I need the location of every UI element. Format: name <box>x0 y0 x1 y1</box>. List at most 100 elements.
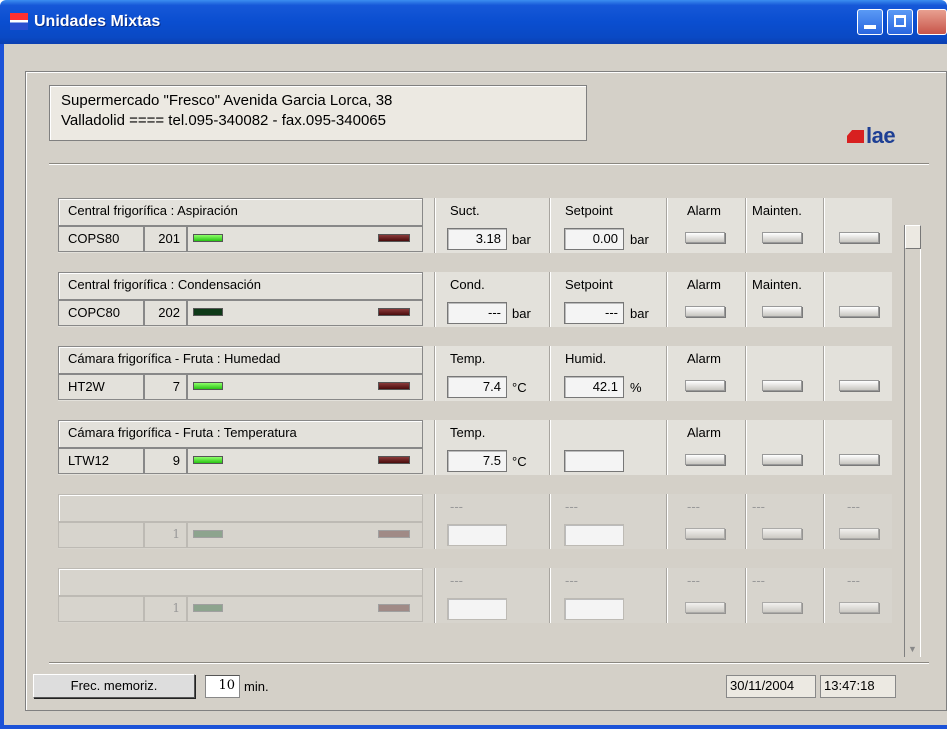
extra-column <box>824 198 892 253</box>
alarm-indicator[interactable] <box>685 306 725 317</box>
maintenance-indicator[interactable] <box>762 232 802 243</box>
unit-name[interactable] <box>58 568 423 596</box>
maintenance-indicator[interactable] <box>762 602 802 613</box>
param-column-2: Setpoint --- bar <box>550 272 667 327</box>
alarm-led-icon <box>378 456 410 464</box>
unit-name[interactable]: Cámara frigorífica - Fruta : Temperatura <box>58 420 423 448</box>
maintenance-column: Mainten. <box>746 272 824 327</box>
extra-indicator[interactable] <box>839 380 879 391</box>
param-column-1: Temp. 7.4 °C <box>435 346 550 401</box>
extra-indicator[interactable] <box>839 528 879 539</box>
title-bar[interactable]: Unidades Mixtas <box>0 0 947 44</box>
param2-value: 0.00 <box>564 228 624 250</box>
alarm-header: Alarm <box>687 425 721 440</box>
param2-header: Setpoint <box>565 277 613 292</box>
param1-value: 7.5 <box>447 450 507 472</box>
param2-header: Humid. <box>565 351 607 366</box>
led-strip <box>187 374 423 400</box>
alarm-led-icon <box>378 308 410 316</box>
maintenance-column: Mainten. <box>746 198 824 253</box>
param-column-2: Setpoint 0.00 bar <box>550 198 667 253</box>
close-button[interactable] <box>917 9 947 35</box>
alarm-indicator[interactable] <box>685 380 725 391</box>
alarm-led-icon <box>378 234 410 242</box>
unit-name[interactable]: Central frigorífica : Aspiración <box>58 198 423 226</box>
frec-memoriz-button[interactable]: Frec. memoriz. <box>33 674 195 698</box>
client-area: Supermercado "Fresco" Avenida Garcia Lor… <box>4 44 947 725</box>
unit-row[interactable]: 1 --- --- --- --- --- <box>58 568 892 623</box>
alarm-column: Alarm <box>667 420 746 475</box>
param-column-2: Humid. 42.1% <box>550 346 667 401</box>
extra-indicator[interactable] <box>839 602 879 613</box>
param2-value <box>564 598 624 620</box>
alarm-indicator[interactable] <box>685 232 725 243</box>
param1-value <box>447 524 507 546</box>
param2-header: --- <box>565 573 578 588</box>
param-column-1: --- <box>435 568 550 623</box>
alarm-indicator[interactable] <box>685 602 725 613</box>
unit-name[interactable]: Central frigorífica : Condensación <box>58 272 423 300</box>
maintenance-indicator[interactable] <box>762 306 802 317</box>
app-icon <box>10 13 28 30</box>
main-panel: Supermercado "Fresco" Avenida Garcia Lor… <box>25 71 947 711</box>
maintenance-column: --- <box>746 494 824 549</box>
unit-row[interactable]: Cámara frigorífica - Fruta : Humedad HT2W… <box>58 346 892 401</box>
alarm-column: Alarm <box>667 346 746 401</box>
scrollbar-thumb[interactable] <box>905 225 921 249</box>
extra-indicator[interactable] <box>839 454 879 465</box>
maintenance-indicator[interactable] <box>762 528 802 539</box>
led-strip <box>187 300 423 326</box>
unit-row[interactable]: Cámara frigorífica - Fruta : Temperatura… <box>58 420 892 475</box>
alarm-header: Alarm <box>687 351 721 366</box>
param1-unit: bar <box>512 232 531 247</box>
unit-address: 1 <box>144 596 187 622</box>
unit-row[interactable]: Central frigorífica : Condensación COPC80… <box>58 272 892 327</box>
extra-column: --- <box>824 494 892 549</box>
alarm-indicator[interactable] <box>685 528 725 539</box>
alarm-header: Alarm <box>687 277 721 292</box>
param1-value: 7.4 <box>447 376 507 398</box>
param2-value <box>564 524 624 546</box>
alarm-header: Alarm <box>687 203 721 218</box>
param2-value: 42.1 <box>564 376 624 398</box>
unit-model-code: HT2W <box>58 374 144 400</box>
maintenance-indicator[interactable] <box>762 454 802 465</box>
bottom-separator <box>49 662 929 664</box>
param2-value <box>564 450 624 472</box>
param1-value <box>447 598 507 620</box>
alarm-column: --- <box>667 494 746 549</box>
vertical-scrollbar[interactable]: ▼ <box>904 225 921 657</box>
param-column-1: Suct. 3.18 bar <box>435 198 550 253</box>
alarm-led-icon <box>378 604 410 612</box>
unit-name[interactable]: Cámara frigorífica - Fruta : Humedad <box>58 346 423 374</box>
param-column-2 <box>550 420 667 475</box>
extra-indicator[interactable] <box>839 232 879 243</box>
unit-address: 9 <box>144 448 187 474</box>
param-column-1: --- <box>435 494 550 549</box>
status-led-icon <box>193 382 223 390</box>
unit-name[interactable] <box>58 494 423 522</box>
scroll-down-arrow-icon[interactable]: ▼ <box>908 644 917 654</box>
maintenance-header: --- <box>752 499 765 514</box>
unit-address: 201 <box>144 226 187 252</box>
led-strip <box>187 522 423 548</box>
param1-unit: bar <box>512 306 531 321</box>
alarm-header: --- <box>687 499 700 514</box>
maintenance-column <box>746 420 824 475</box>
alarm-indicator[interactable] <box>685 454 725 465</box>
status-led-icon <box>193 456 223 464</box>
param2-unit: bar <box>630 232 649 247</box>
param1-value: --- <box>447 302 507 324</box>
param1-header: Suct. <box>450 203 480 218</box>
param2-value: --- <box>564 302 624 324</box>
param-column-2: --- <box>550 568 667 623</box>
unit-row[interactable]: 1 --- --- --- --- --- <box>58 494 892 549</box>
frec-value-field[interactable]: 10 <box>205 675 240 698</box>
maximize-button[interactable] <box>887 9 913 35</box>
minimize-button[interactable] <box>857 9 883 35</box>
alarm-column: Alarm <box>667 198 746 253</box>
maintenance-indicator[interactable] <box>762 380 802 391</box>
unit-row[interactable]: Central frigorífica : Aspiración COPS80 20… <box>58 198 892 253</box>
extra-indicator[interactable] <box>839 306 879 317</box>
time-display: 13:47:18 <box>820 675 896 698</box>
